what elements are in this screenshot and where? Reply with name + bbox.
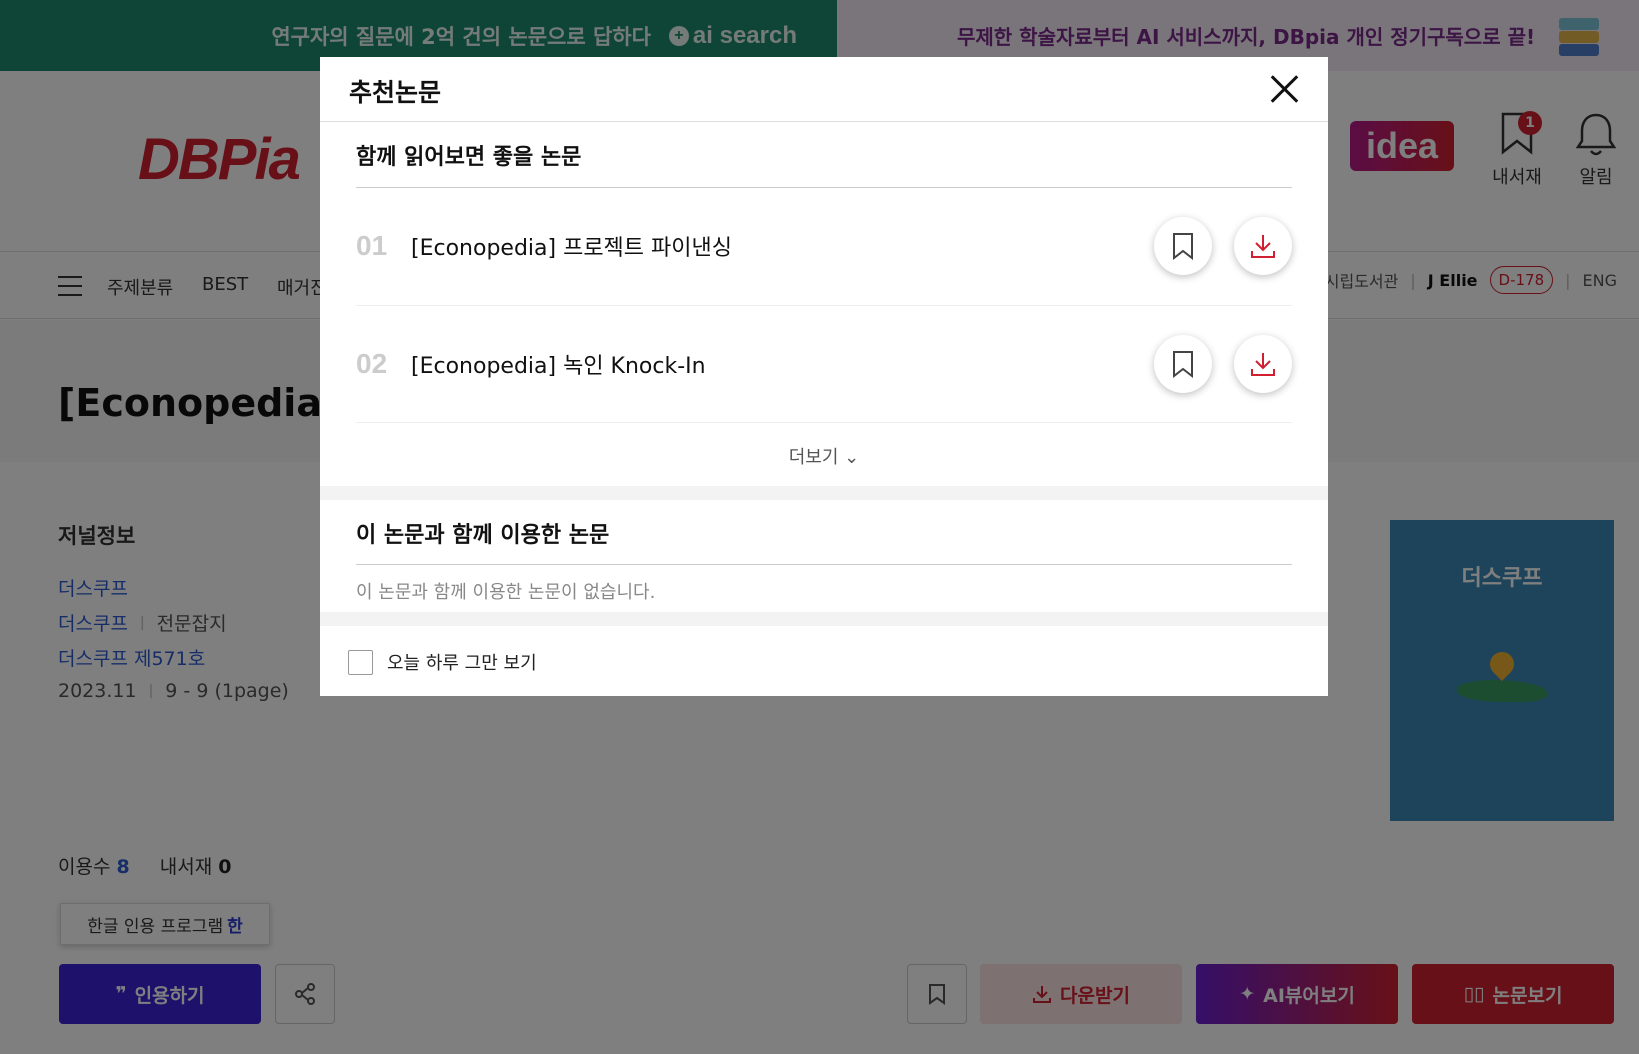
recommended-papers-modal: 추천논문 함께 읽어보면 좋을 논문 01 [Econopedia] 프로젝트 … — [320, 57, 1328, 696]
section-separator — [320, 612, 1328, 626]
empty-message: 이 논문과 함께 이용한 논문이 없습니다. — [356, 582, 656, 603]
more-label: 더보기 — [788, 447, 839, 468]
chevron-down-icon: ⌄ — [844, 447, 860, 468]
dont-show-today-label: 오늘 하루 그만 보기 — [387, 653, 537, 674]
download-item-button[interactable] — [1234, 217, 1292, 275]
bookmark-item-button[interactable] — [1154, 335, 1212, 393]
more-button[interactable]: 더보기 ⌄ — [320, 443, 1328, 469]
divider — [356, 305, 1292, 306]
close-icon[interactable] — [1268, 73, 1300, 105]
list-item[interactable]: 02 [Econopedia] 녹인 Knock-In — [356, 334, 1292, 394]
list-item[interactable]: 01 [Econopedia] 프로젝트 파이낸싱 — [356, 216, 1292, 276]
dont-show-today-checkbox[interactable] — [348, 649, 373, 675]
bookmark-icon — [1173, 351, 1193, 378]
download-icon — [1251, 235, 1275, 258]
section-separator — [320, 486, 1328, 500]
divider — [356, 187, 1292, 188]
divider — [356, 422, 1292, 423]
modal-title: 추천논문 — [349, 78, 442, 107]
item-title[interactable]: [Econopedia] 프로젝트 파이낸싱 — [411, 230, 1132, 262]
item-title[interactable]: [Econopedia] 녹인 Knock-In — [411, 348, 1132, 380]
bookmark-item-button[interactable] — [1154, 217, 1212, 275]
item-number: 01 — [356, 230, 388, 261]
modal-header: 추천논문 — [320, 57, 1328, 122]
download-item-button[interactable] — [1234, 335, 1292, 393]
item-number: 02 — [356, 348, 388, 379]
bookmark-icon — [1173, 233, 1193, 260]
divider — [356, 564, 1292, 565]
dont-show-today-option[interactable]: 오늘 하루 그만 보기 — [348, 649, 537, 675]
download-icon — [1251, 353, 1275, 376]
section-read-together-title: 함께 읽어보면 좋을 논문 — [356, 145, 582, 170]
section-used-together-title: 이 논문과 함께 이용한 논문 — [356, 523, 610, 548]
